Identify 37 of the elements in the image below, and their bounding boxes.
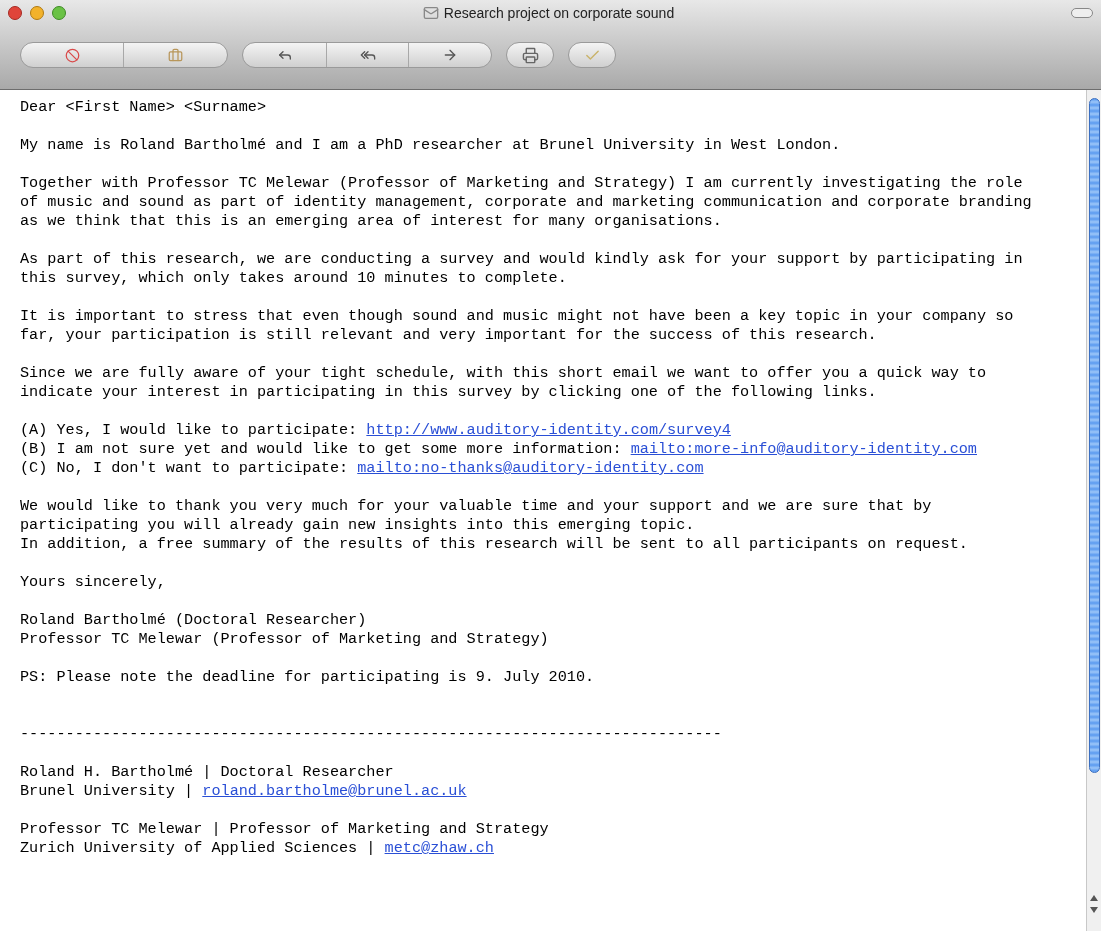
toolbar-toggle-button[interactable] — [1071, 8, 1093, 18]
scroll-up-arrow-icon[interactable] — [1090, 895, 1098, 901]
window-title: Research project on corporate sound — [443, 3, 675, 23]
body-paragraph: My name is Roland Bartholmé and I am a PhD researcher at Brunel University in West London. — [20, 136, 842, 155]
forward-icon — [442, 47, 458, 63]
option-text: (A) Yes, I would like to participate: — [20, 421, 358, 440]
signature-name: Roland H. Bartholmé | Doctoral Researcher — [20, 763, 395, 782]
signature-name: Professor TC Melewar | Professor of Marketing and Strategy — [20, 820, 550, 839]
scrollbar-thumb[interactable] — [1088, 98, 1100, 773]
printer-icon — [521, 46, 539, 64]
closing-paragraph: We would like to thank you very much for your valuable time and your support and we are sure that by participating you will already gain new insights into this emerging topic. In addition, a free summary of the results of this research will be sent to all participants on request. — [20, 497, 969, 554]
signature-email-link[interactable]: metc@zhaw.ch — [384, 839, 494, 858]
postscript-text: PS: Please note the deadline for participating is 9. July 2010. — [20, 668, 596, 687]
envelope-icon — [422, 5, 439, 21]
sign-off: Yours sincerely, — [20, 573, 167, 592]
body-paragraph: Since we are fully aware of your tight schedule, with this short email we want to offer you a quick way to indicate your interest in participating in this survey by clicking one of the following links. — [20, 364, 988, 402]
option-text: (B) I am not sure yet and would like to get some more information: — [20, 440, 622, 459]
option-link[interactable]: mailto:no-thanks@auditory-identity.com — [357, 459, 704, 478]
body-paragraph: As part of this research, we are conducting a survey and would kindly ask for your support by participating in this survey, which only takes around 10 minutes to complete. — [20, 250, 1024, 288]
greeting-text: Dear <First Name> <Surname> — [20, 98, 268, 117]
option-link[interactable]: http://www.auditory-identity.com/survey4 — [366, 421, 731, 440]
body-paragraph: It is important to stress that even though sound and music might not have been a key topic in your company so far, your participation is still relevant and very important for the success of this research. — [20, 307, 1015, 345]
zoom-button[interactable] — [52, 6, 66, 20]
minimize-button[interactable] — [30, 6, 44, 20]
signature-affiliation: Zurich University of Applied Sciences | — [20, 839, 376, 858]
option-text: (C) No, I don't want to participate: — [20, 459, 349, 478]
signature-affiliation: Brunel University | — [20, 782, 194, 801]
close-button[interactable] — [8, 6, 22, 20]
scrollbar[interactable] — [1086, 90, 1101, 931]
scroll-down-arrow-icon[interactable] — [1090, 907, 1098, 913]
body-paragraph: Together with Professor TC Melewar (Professor of Marketing and Strategy) I am currently investigating the role of music and sound as part of identity management, corporate and marketing communication and corporate branding as we think that this is an emerging area of interest for many organisations. — [20, 174, 1033, 231]
signature-email-link[interactable]: roland.bartholme@brunel.ac.uk — [202, 782, 467, 801]
bag-icon — [168, 47, 183, 63]
separator-line: ----------------------------------------------------------------------------- — [20, 725, 723, 744]
no-entry-icon — [64, 47, 80, 63]
signatories-text: Roland Bartholmé (Doctoral Researcher) Professor TC Melewar (Professor of Marketing and Strategy) — [20, 611, 550, 649]
option-link[interactable]: mailto:more-info@auditory-identity.com — [630, 440, 977, 459]
